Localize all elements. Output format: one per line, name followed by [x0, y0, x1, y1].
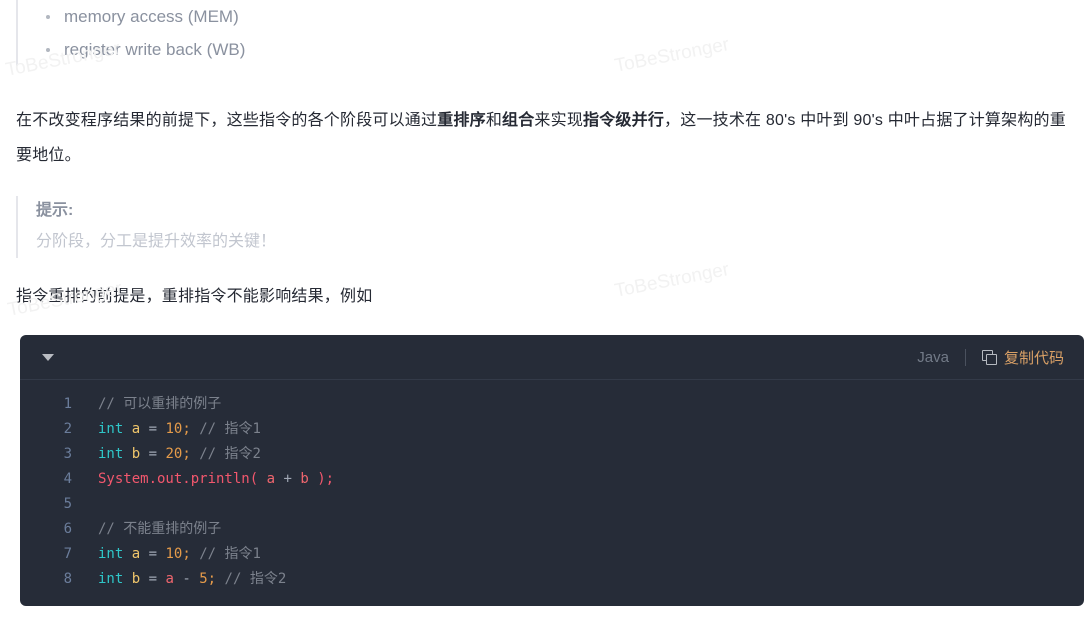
paragraph1-part3: 来实现	[534, 112, 584, 129]
code-line-text: int a = 10; // 指令1	[72, 417, 261, 442]
code-line: 5	[20, 492, 1084, 517]
code-token: 20	[165, 446, 183, 462]
code-line: 3 int b = 20; // 指令2	[20, 442, 1084, 467]
code-token: b	[131, 446, 141, 462]
code-line: 4 System.out.println( a + b );	[20, 467, 1084, 492]
code-language-label: Java	[917, 348, 949, 366]
code-token: =	[148, 446, 158, 462]
paragraph1-part1: 在不改变程序结果的前提下，这些指令的各个阶段可以通过	[16, 112, 438, 129]
article-content: memory access (MEM) register write back …	[0, 0, 1086, 314]
paragraph1-bold-reorder: 重排序	[437, 112, 486, 129]
code-token: ;	[182, 446, 191, 462]
code-token: a	[266, 471, 276, 487]
code-token: =	[148, 571, 158, 587]
code-token: // 指令1	[199, 546, 261, 562]
code-token: ;	[182, 546, 191, 562]
code-token: int	[98, 546, 124, 562]
tip-title: 提示:	[36, 202, 74, 219]
line-number: 1	[63, 396, 72, 412]
code-token: ;	[182, 421, 191, 437]
code-token: b	[300, 471, 309, 487]
copy-code-label: 复制代码	[1003, 349, 1064, 367]
code-line-text: int b = a - 5; // 指令2	[72, 567, 286, 592]
blockquote-list: memory access (MEM) register write back …	[16, 0, 1070, 66]
code-token: a	[131, 421, 141, 437]
code-token: int	[98, 446, 124, 462]
code-line: 2 int a = 10; // 指令1	[20, 417, 1084, 442]
code-line-text: System.out.println( a + b );	[72, 467, 334, 492]
paragraph-reorder-premise: 指令重排的前提是，重排指令不能影响结果，例如	[16, 288, 373, 305]
paragraph1-bold-ilp: 指令级并行	[583, 112, 665, 129]
code-token: a	[165, 571, 174, 587]
code-token: System.out.println(	[98, 471, 259, 487]
list-item: register write back (WB)	[42, 33, 1070, 66]
code-token: -	[182, 571, 191, 587]
code-line: 8 int b = a - 5; // 指令2	[20, 567, 1084, 592]
code-token: // 指令2	[224, 571, 287, 587]
line-number: 5	[63, 496, 72, 512]
paragraph-instruction-level-parallelism: 在不改变程序结果的前提下，这些指令的各个阶段可以通过重排序和组合来实现指令级并行…	[16, 103, 1070, 173]
code-block: Java 复制代码 1// 可以重排的例子 2 int a = 10; // 指令1…	[20, 335, 1084, 606]
code-token: // 指令1	[199, 421, 261, 437]
code-token: // 指令2	[199, 446, 261, 462]
code-token: 5	[199, 571, 208, 587]
code-line: 1 // 可以重排的例子	[20, 392, 1084, 417]
code-token: // 不能重排的例子	[98, 521, 222, 537]
tip-body: 分阶段，分工是提升效率的关键！	[36, 233, 277, 250]
line-number: 2	[63, 421, 72, 437]
copy-icon	[981, 349, 997, 365]
code-token: );	[317, 471, 335, 487]
code-block-header: Java 复制代码	[20, 335, 1084, 380]
code-token: =	[148, 421, 158, 437]
code-token: b	[131, 571, 141, 587]
code-token: =	[148, 546, 158, 562]
code-token: // 可以重排的例子	[98, 396, 222, 412]
code-line: 7 int a = 10; // 指令1	[20, 542, 1084, 567]
code-body[interactable]: 1// 可以重排的例子 2 int a = 10; // 指令1 3 int b = 2…	[20, 380, 1084, 606]
code-line: 6 // 不能重排的例子	[20, 517, 1084, 542]
line-number: 3	[63, 446, 72, 462]
list-item: memory access (MEM)	[42, 0, 1070, 33]
line-number: 7	[63, 546, 72, 562]
tip-callout: 提示: 分阶段，分工是提升效率的关键！	[16, 196, 1070, 258]
line-number: 6	[63, 521, 72, 537]
copy-code-button[interactable]: 复制代码	[981, 347, 1064, 368]
code-token: 10	[165, 421, 183, 437]
code-header-actions: Java 复制代码	[917, 347, 1064, 368]
code-token: 10	[165, 546, 183, 562]
code-token: ;	[207, 571, 217, 587]
header-divider	[964, 348, 966, 366]
paragraph1-bold-combine: 组合	[502, 112, 535, 129]
code-token: +	[283, 471, 292, 487]
pipeline-stage-list: memory access (MEM) register write back …	[42, 0, 1070, 66]
code-token: int	[98, 571, 124, 587]
line-number: 8	[63, 571, 72, 587]
caret-down-icon[interactable]	[42, 353, 54, 361]
code-line-text: int a = 10; // 指令1	[72, 542, 261, 567]
code-line-text: // 可以重排的例子	[72, 392, 221, 417]
code-token: int	[98, 421, 124, 437]
paragraph1-part2: 和	[485, 112, 503, 129]
code-token: a	[131, 546, 141, 562]
code-line-text: // 不能重排的例子	[72, 517, 221, 542]
line-number: 4	[63, 471, 72, 487]
code-line-text: int b = 20; // 指令2	[72, 442, 261, 467]
